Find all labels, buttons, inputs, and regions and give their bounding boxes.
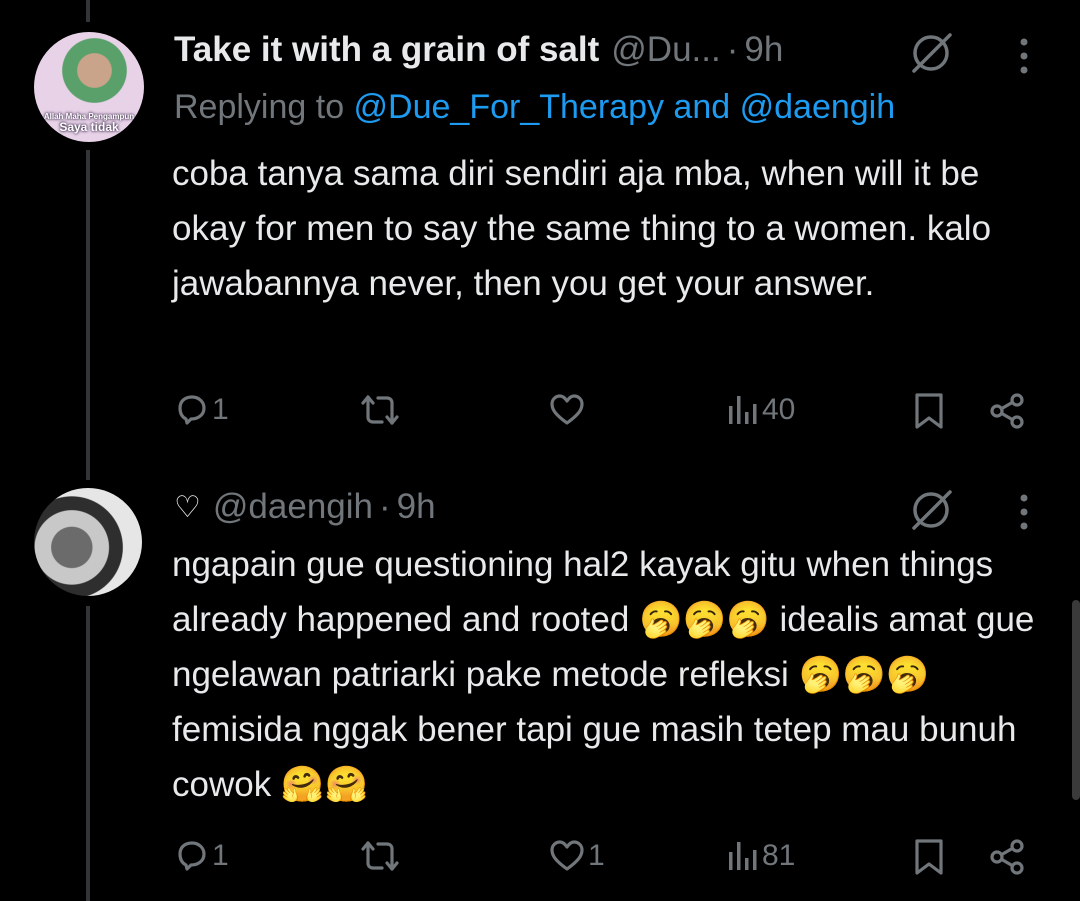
tweet-1-header: Take it with a grain of salt @Du... · 9h bbox=[174, 30, 783, 70]
repost-icon bbox=[361, 395, 399, 425]
username[interactable]: @Du... bbox=[611, 30, 720, 70]
views-icon bbox=[729, 842, 757, 870]
reply-button[interactable]: 1 bbox=[174, 838, 229, 874]
tweet-2-text: ngapain gue questioning hal2 kayak gitu … bbox=[172, 545, 1035, 804]
thread-line-top bbox=[86, 0, 90, 22]
like-button[interactable] bbox=[548, 392, 588, 428]
bookmark-icon[interactable] bbox=[912, 392, 946, 430]
reply-count: 1 bbox=[212, 393, 229, 426]
reply-button[interactable]: 1 bbox=[174, 392, 229, 428]
separator: · bbox=[726, 30, 739, 69]
views-icon bbox=[729, 396, 757, 424]
timestamp[interactable]: 9h bbox=[744, 30, 783, 70]
thread-line-1 bbox=[86, 150, 90, 480]
views-count: 81 bbox=[762, 839, 796, 872]
views-count: 40 bbox=[762, 393, 796, 426]
grok-icon[interactable] bbox=[906, 30, 956, 76]
repost-button[interactable] bbox=[358, 392, 404, 428]
thread-line-2 bbox=[86, 606, 90, 901]
bookmark-icon[interactable] bbox=[912, 838, 946, 876]
mention-link-2[interactable]: @daengih bbox=[740, 88, 896, 126]
display-name[interactable]: Take it with a grain of salt bbox=[174, 30, 599, 70]
like-count: 1 bbox=[588, 839, 605, 872]
repost-icon bbox=[361, 841, 399, 871]
views-button[interactable]: 81 bbox=[726, 838, 795, 874]
tweet-1-text: coba tanya sama diri sendiri aja mba, wh… bbox=[172, 154, 992, 303]
share-icon[interactable] bbox=[988, 392, 1026, 430]
grok-icon[interactable] bbox=[906, 487, 956, 533]
name-heart: ♡ bbox=[174, 490, 201, 524]
timestamp[interactable]: 9h bbox=[397, 487, 436, 527]
like-button[interactable]: 1 bbox=[548, 838, 605, 874]
more-icon[interactable] bbox=[1018, 36, 1030, 76]
mention-link-1[interactable]: @Due_For_Therapy bbox=[354, 88, 664, 126]
replying-to-label: Replying to bbox=[174, 88, 354, 126]
replying-to: Replying to @Due_For_Therapy and @daengi… bbox=[174, 88, 895, 127]
views-button[interactable]: 40 bbox=[726, 392, 795, 428]
more-icon[interactable] bbox=[1018, 492, 1030, 532]
avatar-tweet-2[interactable] bbox=[34, 488, 142, 596]
share-icon[interactable] bbox=[988, 838, 1026, 876]
avatar-tweet-1[interactable]: Allah Maha Pengampun Saya tidak bbox=[34, 32, 144, 142]
like-icon bbox=[550, 840, 584, 871]
repost-button[interactable] bbox=[358, 838, 404, 874]
username[interactable]: @daengih bbox=[213, 487, 373, 527]
separator: · bbox=[379, 487, 391, 526]
reply-icon bbox=[178, 841, 206, 871]
avatar-caption-2: Saya tidak bbox=[59, 120, 119, 134]
like-icon bbox=[550, 394, 584, 425]
tweet-2-header: ♡ @daengih · 9h bbox=[174, 487, 436, 527]
scrollbar[interactable] bbox=[1072, 600, 1080, 800]
reply-count: 1 bbox=[212, 839, 229, 872]
reply-and-text: and bbox=[663, 88, 740, 126]
reply-icon bbox=[178, 395, 206, 425]
